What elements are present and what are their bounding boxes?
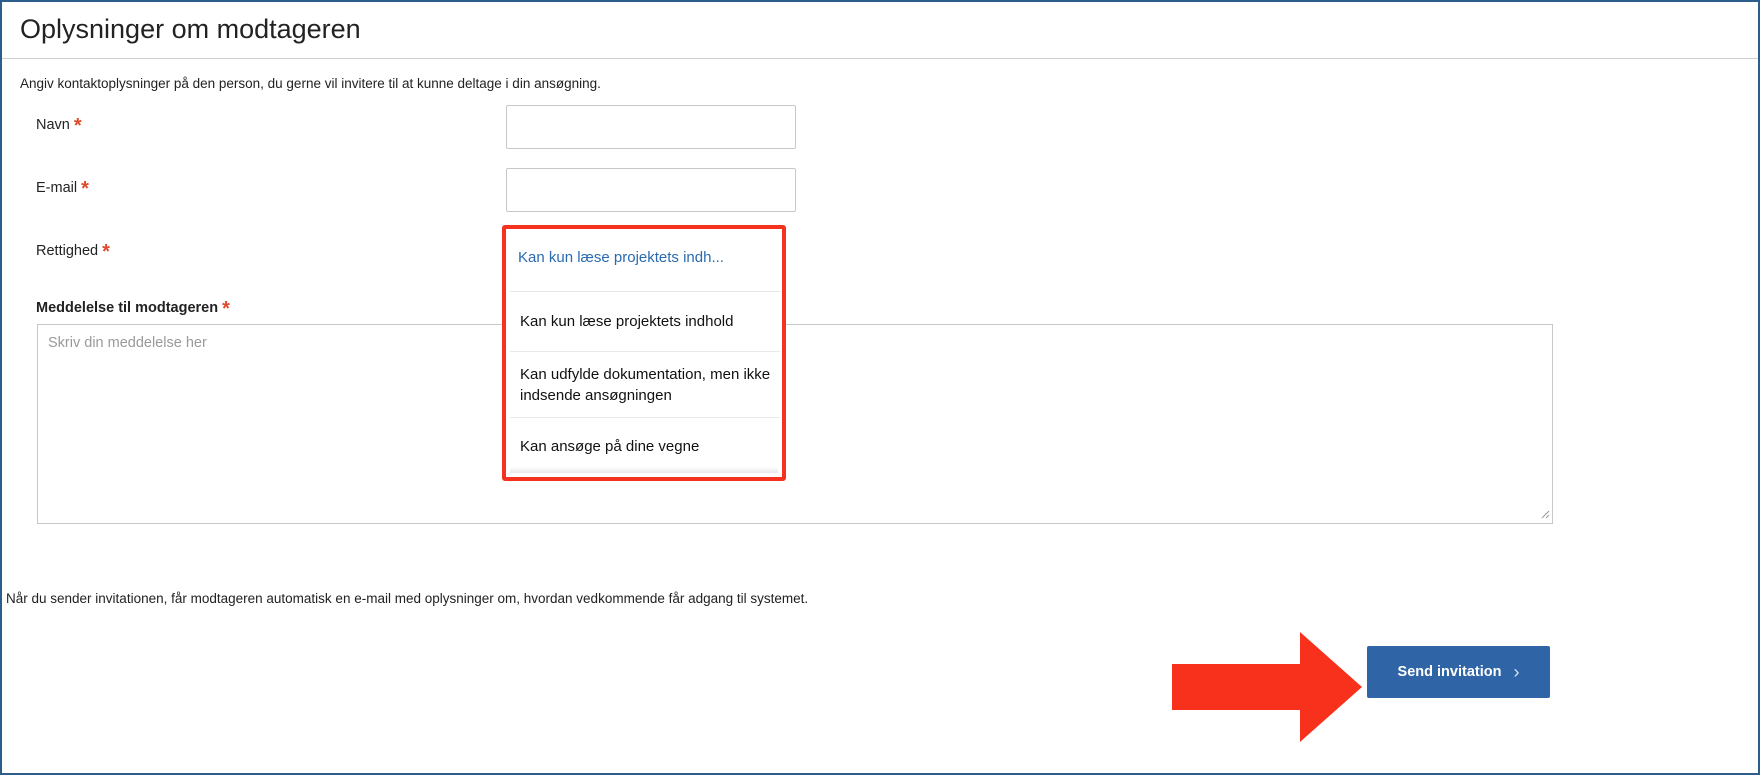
name-label: Navn * [36, 116, 82, 136]
required-marker: * [73, 115, 82, 137]
chevron-right-icon: › [1513, 661, 1520, 682]
email-label-text: E-mail [36, 180, 78, 196]
email-input[interactable] [506, 168, 796, 212]
page-title: Oplysninger om modtageren [20, 14, 361, 44]
message-textarea[interactable] [37, 324, 1553, 524]
dropdown-shadow [510, 467, 778, 473]
required-marker: * [81, 178, 89, 200]
name-input[interactable] [506, 105, 796, 149]
required-marker: * [102, 241, 110, 263]
message-label-text: Meddelelse til modtageren [36, 300, 219, 316]
permission-option-fill-docs[interactable]: Kan udfylde dokumentation, men ikke inds… [510, 352, 780, 418]
message-label: Meddelelse til modtageren * [36, 299, 230, 319]
title-divider [2, 58, 1758, 59]
info-note: Når du sender invitationen, får modtager… [6, 591, 809, 606]
resize-grip-icon[interactable] [1540, 509, 1550, 519]
permission-selected-value[interactable]: Kan kun læse projektets indh... [518, 249, 724, 266]
permission-option-apply-on-behalf[interactable]: Kan ansøge på dine vegne [510, 418, 780, 474]
permission-label: Rettighed * [36, 242, 110, 262]
send-invitation-button[interactable]: Send invitation › [1367, 646, 1550, 698]
right-arrow-icon [1172, 632, 1362, 742]
email-label: E-mail * [36, 179, 89, 199]
name-label-text: Navn [36, 117, 70, 133]
permission-label-text: Rettighed [36, 243, 99, 259]
required-marker: * [222, 298, 230, 320]
permission-option-read-only[interactable]: Kan kun læse projektets indhold [510, 292, 780, 352]
send-invitation-label: Send invitation [1397, 664, 1502, 680]
permission-options-list: Kan kun læse projektets indhold Kan udfy… [510, 291, 780, 474]
permission-dropdown[interactable]: Kan kun læse projektets indh... Kan kun … [502, 225, 786, 481]
intro-text: Angiv kontaktoplysninger på den person, … [20, 76, 601, 91]
